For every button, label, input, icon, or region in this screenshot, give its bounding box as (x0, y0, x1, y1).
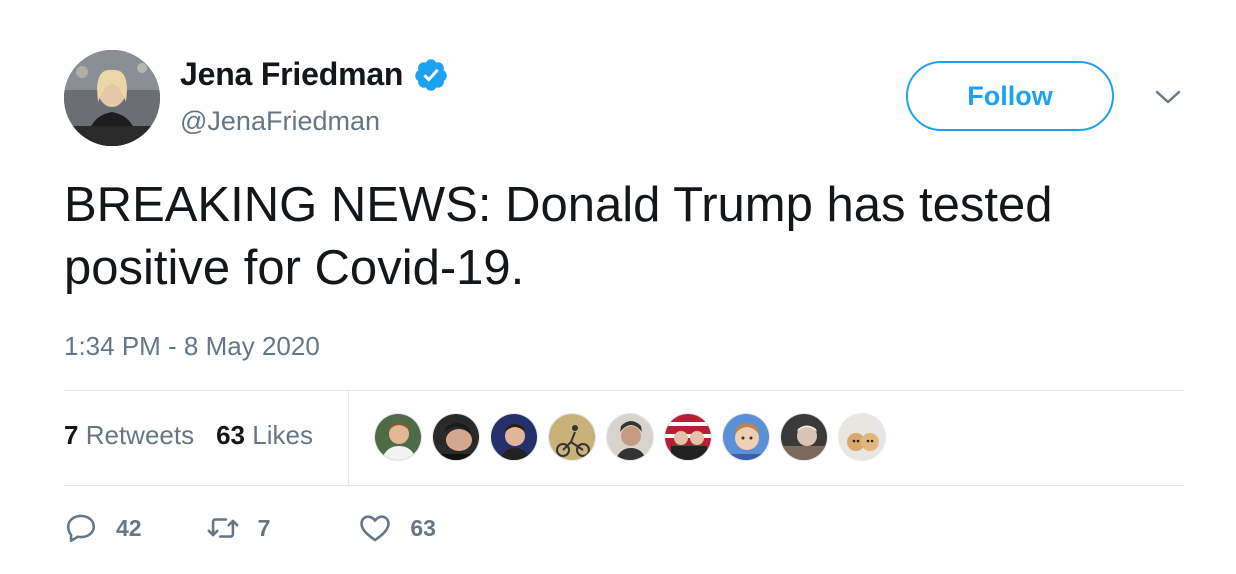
reply-icon (66, 514, 96, 543)
retweets-count: 7 (64, 420, 79, 450)
liker-avatar[interactable] (722, 413, 770, 461)
divider (64, 485, 1184, 486)
liker-avatar[interactable] (606, 413, 654, 461)
like-count: 63 (410, 514, 436, 541)
liker-avatar[interactable] (490, 413, 538, 461)
follow-button[interactable]: Follow (906, 61, 1114, 131)
author-handle[interactable]: @JenaFriedman (180, 106, 380, 137)
liker-avatar[interactable] (780, 413, 828, 461)
liker-avatar[interactable] (432, 413, 480, 461)
likes-stat[interactable]: 63 Likes (216, 420, 313, 451)
liker-avatar[interactable] (664, 413, 712, 461)
profile-avatar[interactable] (64, 50, 160, 146)
author-name[interactable]: Jena Friedman (180, 56, 403, 93)
reply-count: 42 (116, 514, 142, 541)
liker-avatar[interactable] (548, 413, 596, 461)
chevron-down-icon[interactable] (1154, 86, 1182, 108)
tweet-timestamp[interactable]: 1:34 PM - 8 May 2020 (64, 331, 320, 362)
like-button[interactable]: 63 (358, 511, 436, 545)
likes-count: 63 (216, 420, 246, 450)
retweet-count: 7 (257, 514, 271, 541)
retweet-icon (207, 518, 239, 538)
liker-avatar[interactable] (374, 413, 422, 461)
retweets-stat[interactable]: 7 Retweets (64, 420, 194, 451)
retweets-label: Retweets (85, 420, 195, 450)
divider (64, 390, 1184, 391)
reply-button[interactable]: 42 (64, 511, 142, 545)
verified-badge-icon (413, 57, 449, 93)
tweet-actions: 42 7 63 (64, 508, 436, 548)
author-name-row: Jena Friedman (180, 56, 449, 93)
heart-icon (360, 515, 391, 542)
likes-label: Likes (252, 420, 313, 450)
stats-divider (348, 391, 349, 485)
tweet-text: BREAKING NEWS: Donald Trump has tested p… (64, 178, 1053, 295)
liker-avatar[interactable] (838, 413, 886, 461)
likers-avatars (374, 413, 886, 461)
tweet-stats: 7 Retweets 63 Likes (64, 420, 313, 451)
retweet-button[interactable]: 7 (206, 511, 271, 545)
